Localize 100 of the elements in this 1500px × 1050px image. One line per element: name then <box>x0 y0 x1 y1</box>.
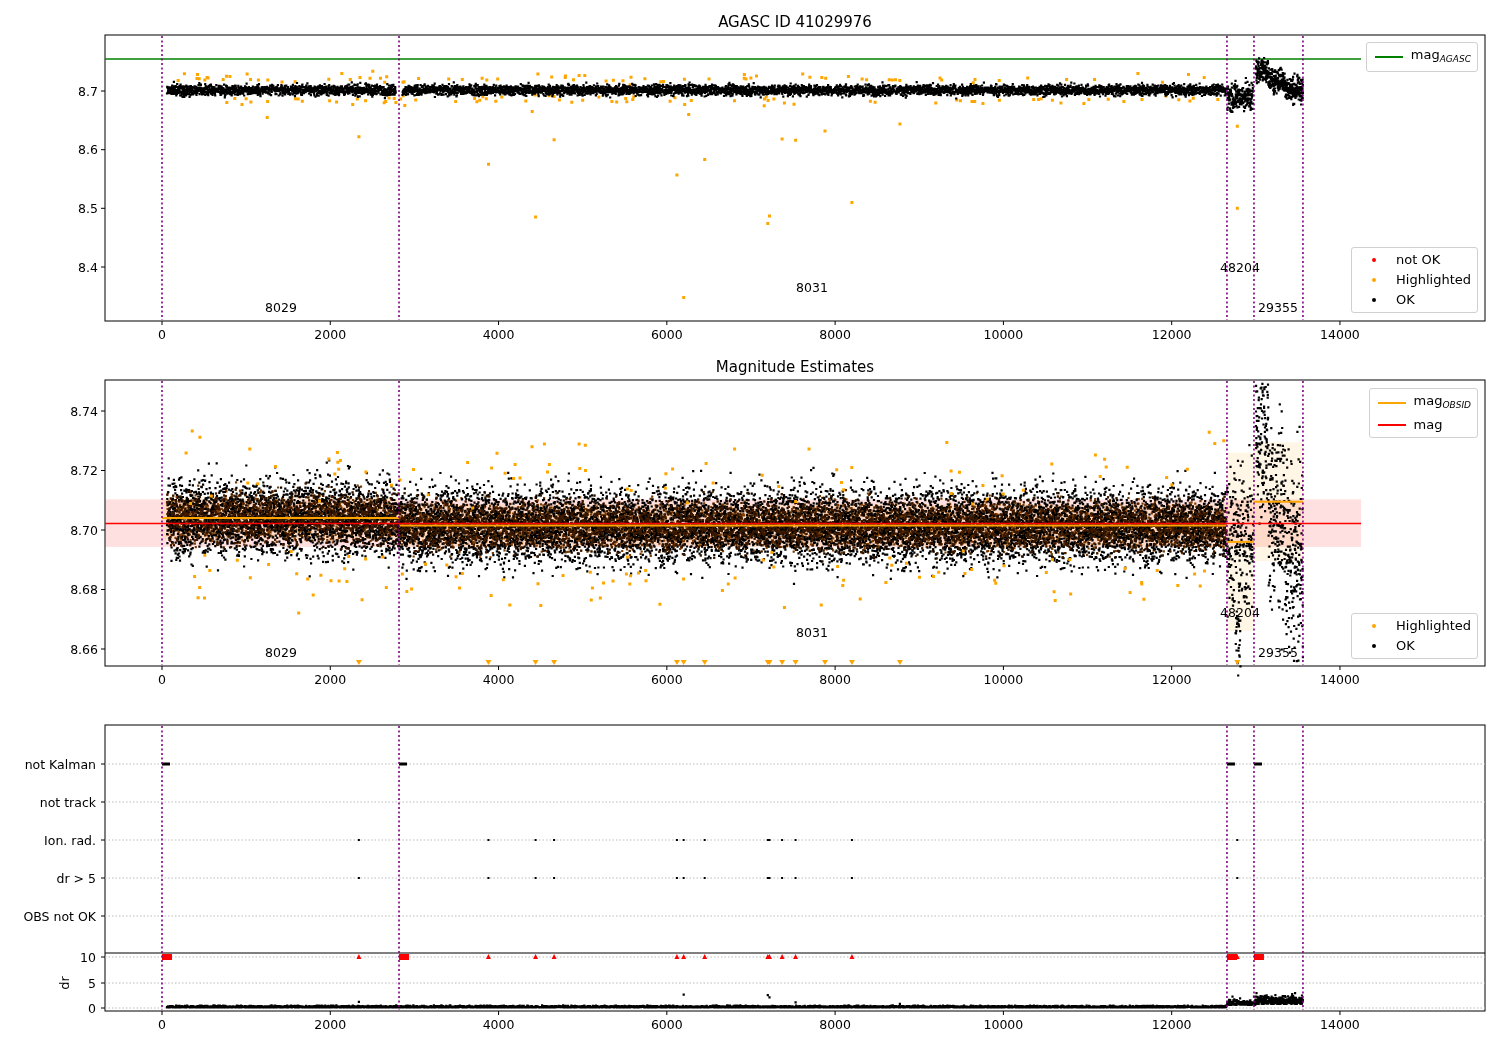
tick-label: 8.68 <box>70 582 98 597</box>
tick-label: 10000 <box>983 327 1024 342</box>
estimate-line <box>1252 500 1304 503</box>
tick-mark <box>161 320 163 326</box>
tick-mark <box>100 266 106 268</box>
tick-mark <box>100 982 106 984</box>
tick-label: 10000 <box>983 1017 1024 1032</box>
tick-label: 6000 <box>650 672 683 687</box>
tick-mark <box>1002 320 1004 326</box>
chart-title: Magnitude Estimates <box>715 358 875 376</box>
legend-label: mag <box>1413 416 1443 434</box>
tick-mark <box>100 1007 106 1009</box>
flag-label: OBS not OK <box>23 908 96 924</box>
obsid-label: 48204 <box>1220 260 1260 275</box>
tick-mark <box>100 648 106 650</box>
tick-label: 2000 <box>314 1017 347 1032</box>
tick-label: 4000 <box>482 672 515 687</box>
tick-mark <box>1339 1010 1341 1016</box>
tick-label: 8.5 <box>78 200 98 216</box>
tick-label: 8000 <box>819 327 852 342</box>
tick-mark <box>100 839 106 841</box>
tick-mark <box>1171 320 1173 326</box>
tick-mark <box>100 207 106 209</box>
tick-label: 12000 <box>1151 1017 1192 1032</box>
tick-mark <box>100 149 106 151</box>
tick-mark <box>498 1010 500 1016</box>
tick-label: 0 <box>158 1017 166 1032</box>
tick-label: 8.72 <box>70 463 98 478</box>
tick-mark <box>834 320 836 326</box>
tick-mark <box>666 665 668 671</box>
tick-mark <box>100 90 106 92</box>
tick-mark <box>100 956 106 958</box>
tick-label: 6000 <box>650 327 683 342</box>
tick-label: 2000 <box>314 672 347 687</box>
tick-mark <box>834 1010 836 1016</box>
tick-mark <box>329 1010 331 1016</box>
obsid-label: 48204 <box>1220 605 1260 620</box>
flag-label: Ion. rad. <box>44 832 96 848</box>
obsid-label: 8029 <box>265 645 297 660</box>
obsid-label: 8031 <box>796 625 828 640</box>
axis-label: dr <box>57 976 72 990</box>
tick-mark <box>1339 320 1341 326</box>
flag-label: not Kalman <box>24 756 96 772</box>
tick-mark <box>1171 1010 1173 1016</box>
tick-mark <box>666 1010 668 1016</box>
tick-label: 12000 <box>1151 672 1192 687</box>
tick-label: 0 <box>88 1000 96 1016</box>
tick-label: 8.6 <box>78 142 98 158</box>
tick-label: 14000 <box>1320 672 1360 687</box>
tick-mark <box>498 320 500 326</box>
tick-label: 14000 <box>1320 327 1360 342</box>
tick-mark <box>100 915 106 917</box>
tick-label: 4000 <box>482 1017 515 1032</box>
tick-mark <box>100 801 106 803</box>
legend-label: OK <box>1396 637 1415 655</box>
tick-mark <box>100 589 106 590</box>
tick-label: 8.66 <box>70 641 98 657</box>
flag-label: dr > 5 <box>56 870 96 886</box>
tick-mark <box>329 665 331 671</box>
tick-mark <box>666 320 668 326</box>
tick-mark <box>100 529 106 531</box>
tick-mark <box>100 763 106 765</box>
tick-mark <box>329 320 331 326</box>
tick-label: 4000 <box>482 327 515 342</box>
obsid-label: 8031 <box>796 280 828 295</box>
tick-mark <box>498 665 500 671</box>
tick-label: 8.7 <box>78 83 98 99</box>
tick-label: 8.70 <box>70 522 98 538</box>
tick-label: 8000 <box>819 1017 852 1032</box>
legend-label: not OK <box>1396 251 1441 269</box>
legend-label: mag$_{OBSID}$ <box>1413 392 1471 412</box>
estimate-line <box>1225 540 1255 543</box>
tick-label: 10000 <box>983 672 1024 687</box>
tick-label: 8000 <box>819 672 852 687</box>
obsid-label: 29355 <box>1258 645 1298 660</box>
tick-label: 8.74 <box>70 403 98 419</box>
obsid-label: 8029 <box>265 300 297 315</box>
tick-mark <box>161 1010 163 1016</box>
obsid-label: 29355 <box>1258 300 1298 315</box>
tick-mark <box>1002 1010 1004 1016</box>
legend-label: mag$_{AGASC}$ <box>1410 46 1471 66</box>
tick-mark <box>100 470 106 471</box>
tick-label: 12000 <box>1151 327 1192 342</box>
tick-label: 10 <box>80 949 96 965</box>
tick-mark <box>161 665 163 671</box>
flag-label: not track <box>39 794 96 810</box>
tick-label: 0 <box>158 327 166 342</box>
tick-mark <box>100 410 106 412</box>
chart-title: AGASC ID 41029976 <box>718 13 872 31</box>
tick-mark <box>1002 665 1004 671</box>
tick-label: 5 <box>88 975 96 991</box>
legend-label: Highlighted <box>1396 271 1471 289</box>
tick-mark <box>1171 665 1173 671</box>
tick-label: 8.4 <box>78 259 98 275</box>
tick-mark <box>100 877 106 879</box>
tick-label: 14000 <box>1320 1017 1360 1032</box>
tick-label: 0 <box>158 672 166 687</box>
tick-mark <box>834 665 836 671</box>
legend-label: OK <box>1396 291 1415 309</box>
legend-label: Highlighted <box>1396 617 1471 635</box>
